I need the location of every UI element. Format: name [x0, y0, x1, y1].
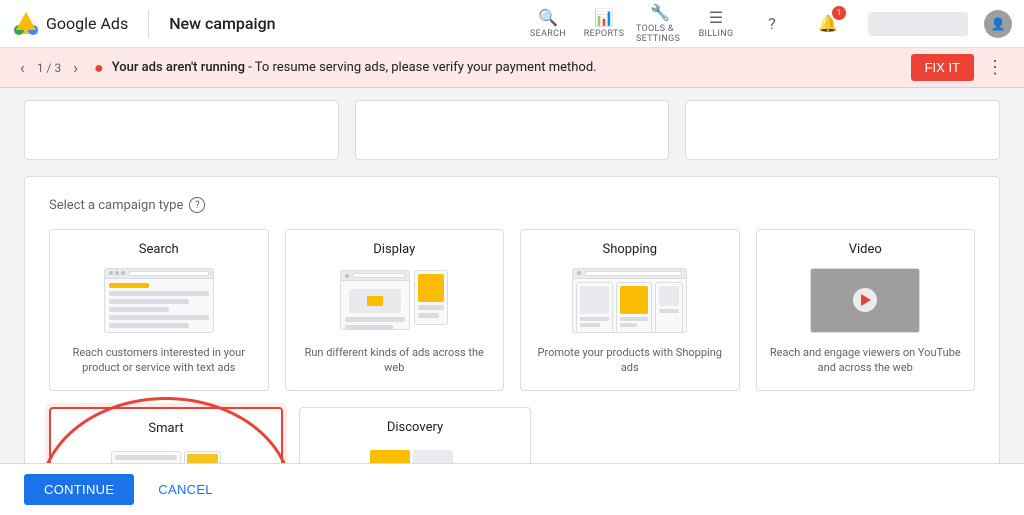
campaign-type-video-desc: Reach and engage viewers on YouTube and …	[769, 345, 963, 376]
search-nav-icon: 🔍	[538, 8, 558, 27]
grid-spacer-1	[547, 407, 753, 463]
campaign-type-search-illustration	[62, 265, 256, 335]
campaign-type-search[interactable]: Search	[49, 229, 269, 391]
top-card-3	[685, 100, 1000, 160]
section-label-text: Select a campaign type	[49, 198, 183, 213]
campaign-type-panel: Select a campaign type ? Search	[24, 176, 1000, 463]
google-ads-logo: Google Ads	[12, 10, 128, 38]
main-content: Select a campaign type ? Search	[0, 88, 1024, 463]
top-card-1	[24, 100, 339, 160]
nav-left: Google Ads New campaign	[12, 10, 276, 38]
campaign-type-smart-illustration	[63, 444, 269, 463]
search-nav-button[interactable]: 🔍 SEARCH	[524, 0, 572, 48]
campaign-type-video-title: Video	[769, 242, 963, 257]
google-ads-logo-icon	[12, 10, 40, 38]
campaign-type-display-desc: Run different kinds of ads across the we…	[298, 345, 492, 376]
campaign-type-search-title: Search	[62, 242, 256, 257]
fix-it-button[interactable]: FIX IT	[911, 54, 974, 81]
account-selector[interactable]	[860, 8, 976, 40]
campaign-type-discovery[interactable]: Discovery Run ads on YouT	[299, 407, 531, 463]
campaign-type-display[interactable]: Display	[285, 229, 505, 391]
cancel-button[interactable]: CANCEL	[146, 474, 225, 505]
billing-nav-button[interactable]: ☰ BILLING	[692, 0, 740, 48]
help-nav-button[interactable]: ?	[748, 0, 796, 48]
campaign-type-smart-title: Smart	[63, 421, 269, 436]
campaign-type-discovery-title: Discovery	[312, 420, 518, 435]
alert-message: Your ads aren't running - To resume serv…	[112, 60, 911, 75]
campaign-type-display-title: Display	[298, 242, 492, 257]
billing-nav-label: BILLING	[699, 29, 734, 39]
play-icon	[853, 288, 877, 312]
reports-nav-button[interactable]: 📊 REPORTS	[580, 0, 628, 48]
help-icon[interactable]: ?	[189, 197, 205, 213]
campaign-type-video[interactable]: Video Reach and engage viewers on YouTub…	[756, 229, 976, 391]
next-page-button[interactable]: ›	[69, 56, 82, 79]
breadcrumb-nav: ‹ 1 / 3 ›	[16, 56, 82, 79]
notifications-button[interactable]: 🔔 1	[804, 0, 852, 48]
google-ads-brand-text: Google Ads	[46, 14, 128, 33]
nav-right: 🔍 SEARCH 📊 REPORTS 🔧 TOOLS & SETTINGS ☰ …	[524, 0, 1012, 48]
alert-more-button[interactable]: ⋮	[982, 53, 1008, 82]
campaign-type-video-illustration	[769, 265, 963, 335]
reports-nav-icon: 📊	[594, 8, 614, 27]
help-nav-icon: ?	[768, 14, 776, 33]
account-box	[868, 12, 968, 36]
campaign-type-display-illustration	[298, 265, 492, 335]
reports-nav-label: REPORTS	[584, 29, 624, 39]
nav-divider	[148, 10, 149, 38]
tools-nav-icon: 🔧	[650, 3, 670, 22]
continue-button[interactable]: CONTINUE	[24, 474, 134, 505]
campaign-type-search-desc: Reach customers interested in your produ…	[62, 345, 256, 376]
grid-spacer-2	[769, 407, 975, 463]
section-label: Select a campaign type ?	[49, 197, 975, 213]
campaign-type-discovery-illustration	[312, 443, 518, 463]
campaign-type-shopping-title: Shopping	[533, 242, 727, 257]
page-indicator: 1 / 3	[37, 61, 61, 75]
billing-nav-icon: ☰	[709, 8, 723, 27]
avatar-icon: 👤	[991, 17, 1006, 31]
tools-nav-button[interactable]: 🔧 TOOLS & SETTINGS	[636, 0, 684, 48]
top-navigation: Google Ads New campaign 🔍 SEARCH 📊 REPOR…	[0, 0, 1024, 48]
tools-nav-label: TOOLS & SETTINGS	[636, 24, 684, 44]
bottom-bar: CONTINUE CANCEL	[0, 463, 1024, 515]
campaign-type-shopping-desc: Promote your products with Shopping ads	[533, 345, 727, 376]
campaign-type-smart[interactable]: Smart	[49, 407, 283, 463]
notification-badge: 1	[832, 6, 846, 20]
campaign-type-shopping-illustration	[533, 265, 727, 335]
top-cards-row	[24, 88, 1000, 160]
campaign-type-shopping[interactable]: Shopping	[520, 229, 740, 391]
alert-icon: ●	[94, 58, 104, 78]
campaign-type-row-1: Search	[49, 229, 975, 391]
top-card-2	[355, 100, 670, 160]
search-nav-label: SEARCH	[530, 29, 566, 39]
campaign-type-row-2: Smart	[49, 407, 975, 463]
alert-bar: ‹ 1 / 3 › ● Your ads aren't running - To…	[0, 48, 1024, 88]
avatar[interactable]: 👤	[984, 10, 1012, 38]
prev-page-button[interactable]: ‹	[16, 56, 29, 79]
page-title: New campaign	[169, 14, 275, 33]
